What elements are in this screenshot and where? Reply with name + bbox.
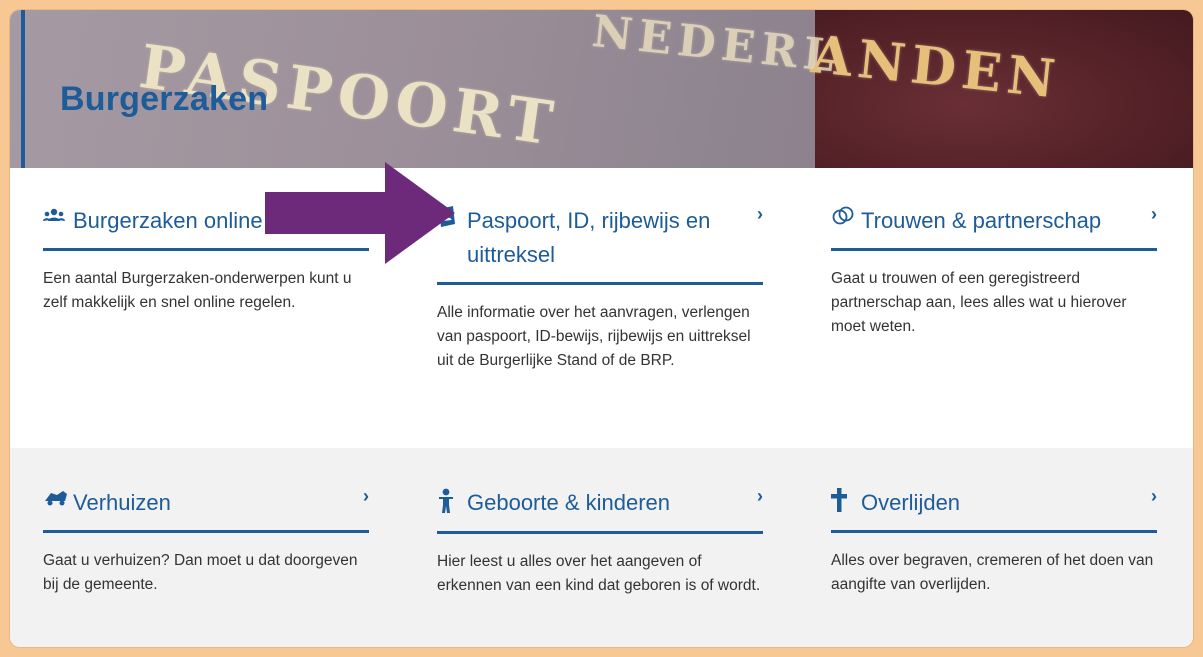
page-frame: NEDERL ANDEN PASPOORT Burgerzaken Burger…	[10, 10, 1193, 647]
child-icon	[437, 486, 467, 521]
card-description: Een aantal Burgerzaken-onderwerpen kunt …	[43, 270, 352, 311]
category-row-1: Burgerzaken online › Een aantal Burgerza…	[10, 168, 1193, 448]
cross-icon	[831, 486, 861, 519]
chevron-right-icon[interactable]: ›	[1151, 486, 1157, 506]
hero-banner: NEDERL ANDEN PASPOORT Burgerzaken	[10, 10, 1193, 168]
chevron-right-icon[interactable]: ›	[757, 486, 763, 506]
category-row-2: Verhuizen › Gaat u verhuizen? Dan moet u…	[10, 448, 1193, 647]
card-header[interactable]: Verhuizen ›	[43, 486, 369, 533]
card-description: Alle informatie over het aanvragen, verl…	[437, 304, 751, 369]
card-geboorte-kinderen[interactable]: Geboorte & kinderen › Hier leest u alles…	[437, 486, 763, 598]
chevron-right-icon[interactable]: ›	[363, 486, 369, 506]
rings-icon	[831, 204, 861, 233]
card-title[interactable]: Geboorte & kinderen	[467, 486, 763, 520]
card-description: Hier leest u alles over het aangeven of …	[437, 553, 761, 594]
chevron-right-icon[interactable]: ›	[757, 204, 763, 224]
card-verhuizen[interactable]: Verhuizen › Gaat u verhuizen? Dan moet u…	[43, 486, 369, 597]
card-header[interactable]: Trouwen & partnerschap ›	[831, 204, 1157, 251]
card-header[interactable]: Overlijden ›	[831, 486, 1157, 533]
page-title: Burgerzaken	[60, 80, 269, 118]
chevron-right-icon[interactable]: ›	[1151, 204, 1157, 224]
card-description: Gaat u trouwen of een geregistreerd part…	[831, 270, 1127, 335]
hero-accent-bar	[21, 10, 25, 168]
annotation-arrow-icon	[265, 162, 455, 264]
card-overlijden[interactable]: Overlijden › Alles over begraven, cremer…	[831, 486, 1157, 597]
card-header[interactable]: Geboorte & kinderen ›	[437, 486, 763, 534]
card-trouwen-partnerschap[interactable]: Trouwen & partnerschap › Gaat u trouwen …	[831, 204, 1157, 339]
card-title[interactable]: Verhuizen	[73, 486, 369, 520]
hero-bg-word-nederlanden: NEDERL	[589, 10, 843, 83]
moving-truck-icon	[43, 486, 73, 514]
card-title[interactable]: Overlijden	[861, 486, 1157, 520]
card-header[interactable]: Paspoort, ID, rijbewijs en uittreksel ›	[437, 204, 763, 285]
card-description: Gaat u verhuizen? Dan moet u dat doorgev…	[43, 552, 358, 593]
card-title[interactable]: Paspoort, ID, rijbewijs en uittreksel	[467, 204, 763, 272]
card-paspoort-id[interactable]: Paspoort, ID, rijbewijs en uittreksel › …	[437, 204, 763, 373]
card-description: Alles over begraven, cremeren of het doe…	[831, 552, 1154, 593]
card-title[interactable]: Trouwen & partnerschap	[861, 204, 1157, 238]
people-icon	[43, 204, 73, 232]
